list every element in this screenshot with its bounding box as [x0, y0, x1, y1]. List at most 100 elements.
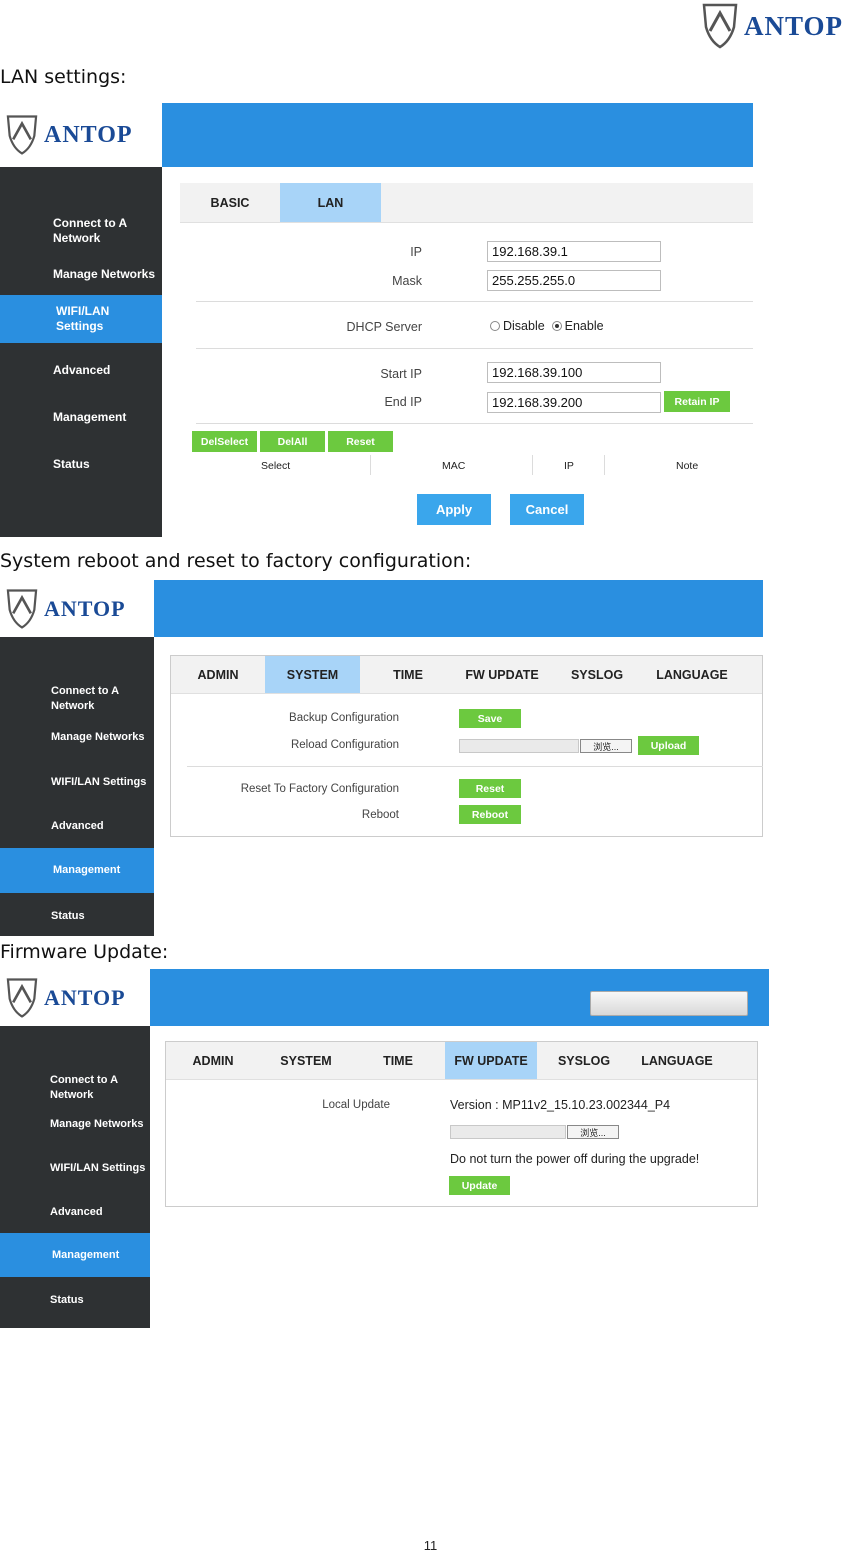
sidebar-item-connect[interactable]: Connect to A Network [0, 681, 154, 717]
tab-lan[interactable]: LAN [280, 183, 381, 222]
column-header-ip: IP [564, 460, 574, 472]
caption-lan: LAN settings: [0, 66, 127, 88]
sidebar-item-management[interactable]: Management [0, 1233, 150, 1277]
dhcp-enable-label: Enable [564, 319, 604, 333]
tab-admin[interactable]: ADMIN [171, 656, 265, 693]
sidebar-item-status[interactable]: Status [0, 905, 154, 927]
sidebar-item-status[interactable]: Status [0, 449, 162, 479]
divider [196, 423, 753, 424]
shield-logo-icon [702, 3, 738, 49]
tab-syslog[interactable]: SYSLOG [537, 1042, 631, 1079]
tab-fw-update[interactable]: FW UPDATE [456, 656, 548, 693]
caption-system: System reboot and reset to factory confi… [0, 550, 472, 572]
factory-reset-button[interactable]: Reset [459, 779, 521, 798]
backup-label: Backup Configuration [289, 712, 399, 724]
brand-name: ANTOP [44, 984, 126, 1010]
dhcp-disable-label: Disable [503, 319, 545, 333]
upgrade-warning: Do not turn the power off during the upg… [450, 1152, 700, 1166]
page-number: 11 [423, 1538, 438, 1553]
local-update-label: Local Update [322, 1099, 390, 1111]
divider [196, 301, 753, 302]
sidebar-item-connect[interactable]: Connect to A Network [0, 207, 162, 255]
firmware-version: Version : MP11v2_15.10.23.002344_P4 [450, 1098, 671, 1112]
sidebar-item-wifi-lan[interactable]: WIFI/LAN Settings [0, 295, 162, 343]
tab-system[interactable]: SYSTEM [265, 656, 360, 693]
system-panel: ADMIN SYSTEM TIME FW UPDATE SYSLOG LANGU… [170, 655, 763, 837]
column-header-mac: MAC [442, 460, 466, 472]
browse-button[interactable]: 浏览... [580, 739, 632, 753]
sidebar-item-advanced[interactable]: Advanced [0, 815, 154, 837]
ip-label: IP [410, 245, 422, 259]
browse-button[interactable]: 浏览... [567, 1125, 619, 1139]
sidebar-item-manage-networks[interactable]: Manage Networks [0, 1113, 150, 1135]
del-select-button[interactable]: DelSelect [192, 431, 257, 452]
sidebar-item-status[interactable]: Status [0, 1289, 150, 1311]
lan-settings-screenshot: ANTOP Connect to A Network Manage Networ… [0, 103, 753, 537]
column-header-note: Note [676, 460, 699, 472]
sidebar-item-connect[interactable]: Connect to A Network [0, 1070, 150, 1106]
reboot-button[interactable]: Reboot [459, 805, 521, 824]
tab-basic[interactable]: BASIC [180, 183, 280, 222]
caption-firmware: Firmware Update: [0, 941, 169, 963]
retain-ip-button[interactable]: Retain IP [664, 391, 730, 412]
dhcp-disable-radio[interactable] [490, 321, 500, 331]
document-logo: ANTOP [700, 0, 861, 52]
end-ip-label: End IP [384, 395, 422, 409]
divider [196, 348, 753, 349]
del-all-button[interactable]: DelAll [260, 431, 325, 452]
brand-name: ANTOP [44, 121, 133, 148]
tab-fw-update[interactable]: FW UPDATE [445, 1042, 537, 1079]
sidebar-item-manage-networks[interactable]: Manage Networks [0, 259, 162, 289]
shield-logo-icon [6, 115, 38, 155]
sidebar-item-manage-networks[interactable]: Manage Networks [0, 726, 154, 748]
save-button[interactable]: Save [459, 709, 521, 728]
dhcp-enable-radio[interactable] [551, 321, 562, 331]
firmware-screenshot: ANTOP Connect to A Network Manage Networ… [0, 969, 769, 1328]
sidebar-item-advanced[interactable]: Advanced [0, 355, 162, 385]
sidebar-item-management[interactable]: Management [0, 402, 162, 432]
tab-admin[interactable]: ADMIN [166, 1042, 260, 1079]
column-separator [604, 455, 605, 475]
reset-button[interactable]: Reset [328, 431, 393, 452]
system-screenshot: ANTOP Connect to A Network Manage Networ… [0, 580, 763, 936]
sidebar-item-management[interactable]: Management [0, 848, 154, 893]
column-separator [370, 455, 371, 475]
tab-bar: ADMIN SYSTEM TIME FW UPDATE SYSLOG LANGU… [166, 1042, 757, 1080]
brand-name: ANTOP [744, 10, 844, 41]
dhcp-label: DHCP Server [346, 320, 422, 334]
tab-bar: BASIC LAN [180, 183, 753, 223]
file-input[interactable] [450, 1125, 566, 1139]
mask-field[interactable]: 255.255.255.0 [487, 270, 661, 291]
tab-language[interactable]: LANGUAGE [646, 656, 738, 693]
update-button[interactable]: Update [449, 1176, 510, 1195]
tab-syslog[interactable]: SYSLOG [548, 656, 646, 693]
shield-logo-icon [6, 977, 38, 1018]
sidebar-item-advanced[interactable]: Advanced [0, 1201, 150, 1223]
sidebar: Connect to A Network Manage Networks WIF… [0, 167, 162, 537]
file-input[interactable] [459, 739, 579, 753]
column-separator [532, 455, 533, 475]
start-ip-field[interactable]: 192.168.39.100 [487, 362, 661, 383]
mask-label: Mask [392, 274, 422, 288]
app-logo: ANTOP [0, 969, 150, 1026]
tab-system[interactable]: SYSTEM [260, 1042, 352, 1079]
shield-logo-icon [6, 588, 38, 629]
column-header-select: Select [261, 460, 291, 472]
start-ip-label: Start IP [380, 367, 422, 381]
ip-field[interactable]: 192.168.39.1 [487, 241, 661, 262]
sidebar-item-wifi-lan[interactable]: WIFI/LAN Settings [0, 1157, 150, 1179]
sidebar-item-wifi-lan[interactable]: WIFI/LAN Settings [0, 771, 154, 793]
tab-time[interactable]: TIME [360, 656, 456, 693]
sidebar: Connect to A Network Manage Networks WIF… [0, 637, 154, 936]
divider [187, 766, 763, 767]
top-bar-select[interactable] [590, 991, 748, 1016]
upload-button[interactable]: Upload [638, 736, 699, 755]
apply-button[interactable]: Apply [417, 494, 491, 525]
tab-time[interactable]: TIME [352, 1042, 444, 1079]
sidebar: Connect to A Network Manage Networks WIF… [0, 1026, 150, 1328]
tab-language[interactable]: LANGUAGE [631, 1042, 723, 1079]
dhcp-radio-group: Disable Enable [490, 319, 604, 333]
reboot-label: Reboot [361, 809, 399, 821]
end-ip-field[interactable]: 192.168.39.200 [487, 392, 661, 413]
cancel-button[interactable]: Cancel [510, 494, 584, 525]
